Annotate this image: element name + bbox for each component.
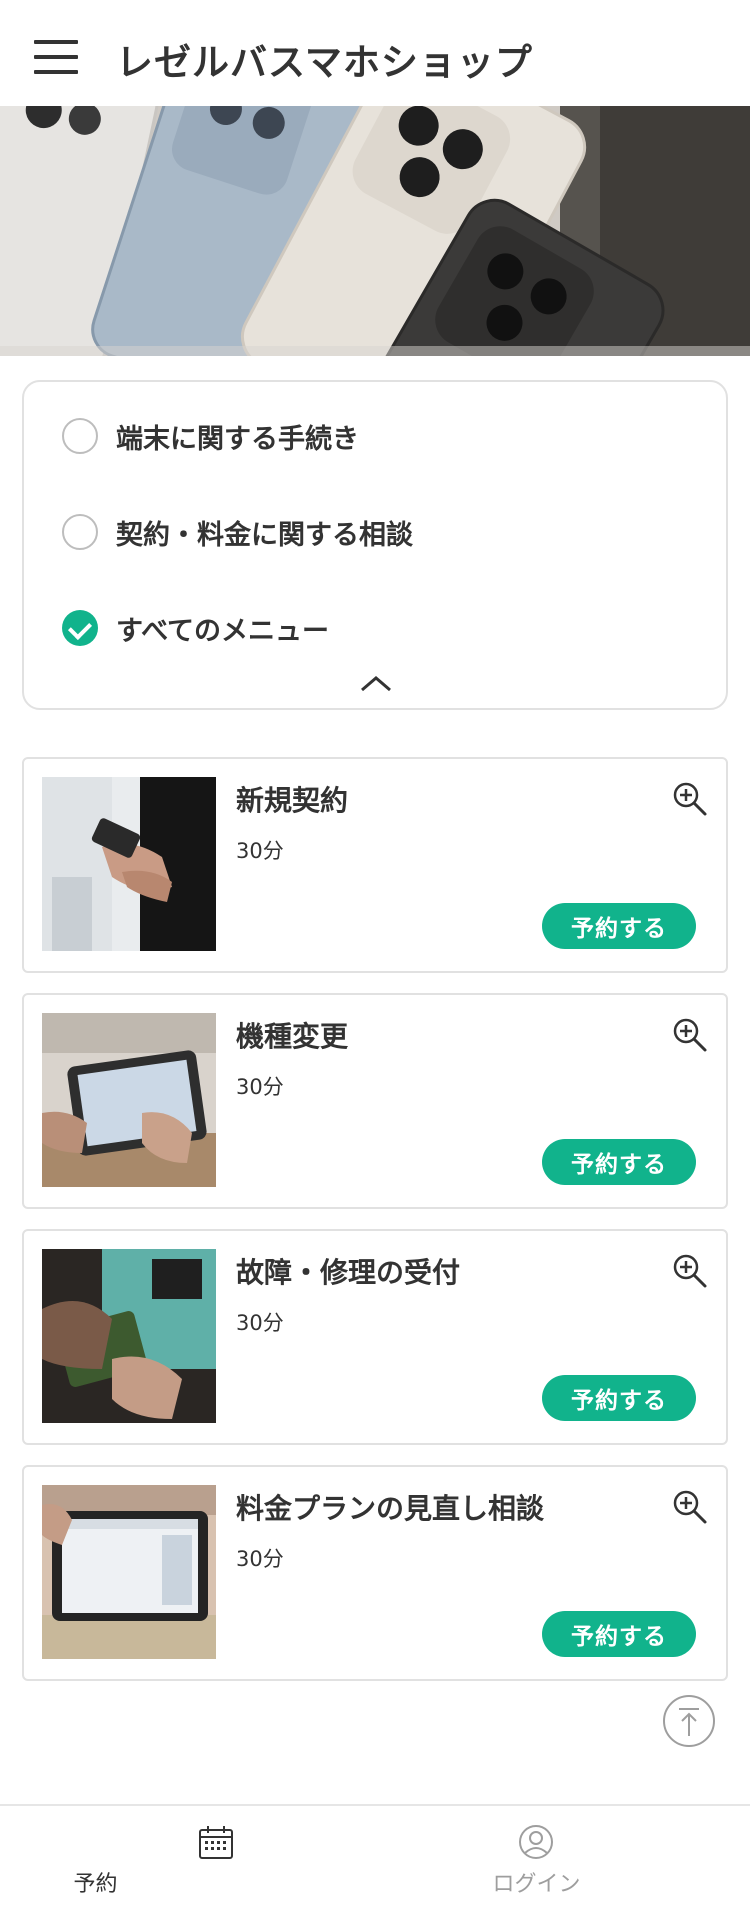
filter-option-contract-consultation[interactable]: 契約・料金に関する相談 <box>62 510 413 554</box>
reserve-button[interactable]: 予約する <box>542 1139 696 1185</box>
zoom-in-icon[interactable] <box>672 1017 708 1053</box>
user-icon <box>519 1825 553 1859</box>
app-header: レゼルバスマホショップ <box>0 0 750 106</box>
reserve-button[interactable]: 予約する <box>542 1375 696 1421</box>
app-title: レゼルバスマホショップ <box>116 41 533 84</box>
menu-filter-panel: 端末に関する手続き 契約・料金に関する相談 すべてのメニュー <box>22 380 728 710</box>
filter-option-all-menus[interactable]: すべてのメニュー <box>62 606 329 650</box>
menu-card-plan-review[interactable]: 料金プランの見直し相談 30分 予約する <box>22 1465 728 1681</box>
menu-card-device-change[interactable]: 機種変更 30分 予約する <box>22 993 728 1209</box>
radio-unchecked-icon[interactable] <box>62 514 98 550</box>
menu-thumbnail-image <box>42 777 216 951</box>
filter-option-label: すべてのメニュー <box>116 615 330 647</box>
menu-duration: 30分 <box>236 1547 284 1571</box>
radio-unchecked-icon[interactable] <box>62 418 98 454</box>
hero-banner-image <box>0 106 750 356</box>
filter-option-label: 端末に関する手続き <box>116 423 359 455</box>
nav-item-reservation[interactable]: 予約 <box>28 1806 403 1909</box>
menu-title: 料金プランの見直し相談 <box>236 1492 545 1525</box>
nav-label: ログイン <box>492 1872 581 1897</box>
filter-option-label: 契約・料金に関する相談 <box>116 519 413 551</box>
radio-checked-icon[interactable] <box>62 610 98 646</box>
reserve-button[interactable]: 予約する <box>542 1611 696 1657</box>
menu-duration: 30分 <box>236 1075 284 1099</box>
nav-label: 予約 <box>73 1872 118 1897</box>
menu-thumbnail-image <box>42 1485 216 1659</box>
filter-option-device-procedures[interactable]: 端末に関する手続き <box>62 414 359 458</box>
reserve-button[interactable]: 予約する <box>542 903 696 949</box>
menu-duration: 30分 <box>236 1311 284 1335</box>
menu-thumbnail-image <box>42 1013 216 1187</box>
menu-thumbnail-image <box>42 1249 216 1423</box>
chevron-up-icon[interactable] <box>358 672 394 696</box>
bottom-navigation: 予約 ログイン <box>0 1804 750 1909</box>
menu-card-repair[interactable]: 故障・修理の受付 30分 予約する <box>22 1229 728 1445</box>
zoom-in-icon[interactable] <box>672 781 708 817</box>
zoom-in-icon[interactable] <box>672 1489 708 1525</box>
zoom-in-icon[interactable] <box>672 1253 708 1289</box>
menu-title: 機種変更 <box>236 1020 349 1053</box>
calendar-icon <box>199 1826 233 1859</box>
hamburger-menu-icon[interactable] <box>34 40 78 74</box>
menu-card-new-contract[interactable]: 新規契約 30分 予約する <box>22 757 728 973</box>
scroll-to-top-icon[interactable] <box>662 1694 716 1748</box>
menu-duration: 30分 <box>236 839 284 863</box>
menu-title: 故障・修理の受付 <box>236 1256 461 1289</box>
menu-title: 新規契約 <box>236 784 349 817</box>
nav-item-login[interactable]: ログイン <box>375 1806 750 1909</box>
